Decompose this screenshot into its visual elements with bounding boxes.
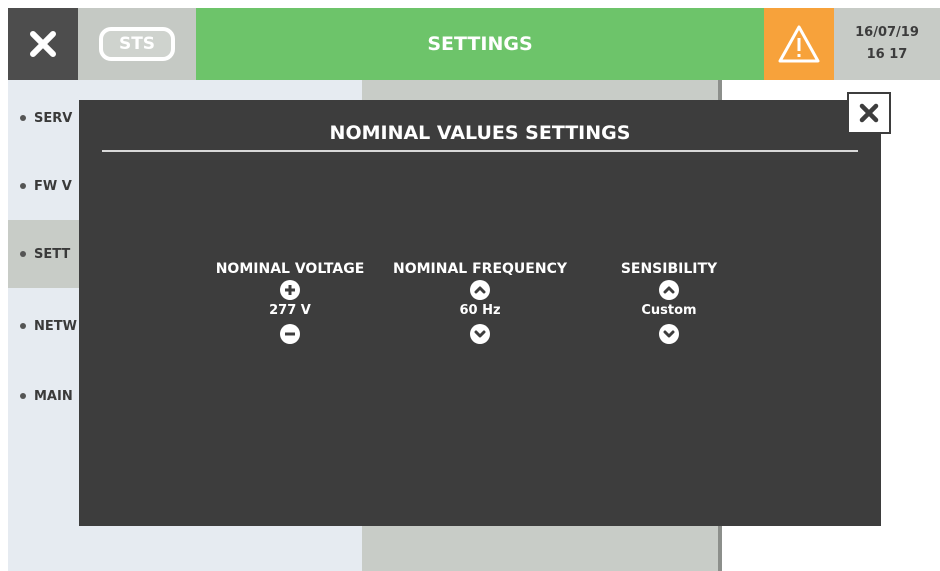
chevron-down-circle-icon bbox=[474, 330, 486, 338]
voltage-decrease-button[interactable] bbox=[280, 324, 300, 344]
sensibility-up-button[interactable] bbox=[659, 280, 679, 300]
nominal-voltage-value: 277 V bbox=[269, 303, 311, 318]
bullet-icon bbox=[20, 393, 26, 399]
nominal-frequency-label: NOMINAL FREQUENCY bbox=[393, 261, 567, 277]
nominal-voltage-label: NOMINAL VOLTAGE bbox=[215, 261, 365, 277]
sidebar-item-label: FW V bbox=[34, 178, 72, 194]
close-icon bbox=[859, 103, 879, 123]
nominal-values-modal: NOMINAL VALUES SETTINGS NOMINAL VOLTAGE … bbox=[79, 100, 881, 526]
sensibility-label: SENSIBILITY bbox=[620, 261, 718, 277]
chevron-up-circle-icon bbox=[663, 286, 675, 294]
bullet-icon bbox=[20, 323, 26, 329]
sensibility-down-button[interactable] bbox=[659, 324, 679, 344]
date-text: 16/07/19 bbox=[855, 25, 919, 40]
bullet-icon bbox=[20, 115, 26, 121]
voltage-increase-button[interactable] bbox=[280, 280, 300, 300]
plus-circle-icon bbox=[285, 285, 295, 295]
sts-area: STS bbox=[78, 8, 196, 80]
sensibility-setting: SENSIBILITY Custom bbox=[579, 260, 759, 344]
header-close-button[interactable] bbox=[8, 8, 78, 80]
warning-button[interactable] bbox=[764, 8, 834, 80]
sidebar-item-label: SETT bbox=[34, 246, 71, 262]
close-icon bbox=[30, 31, 56, 57]
frequency-down-button[interactable] bbox=[470, 324, 490, 344]
bullet-icon bbox=[20, 251, 26, 257]
sensibility-value: Custom bbox=[641, 303, 697, 318]
page-title: SETTINGS bbox=[196, 8, 764, 80]
sidebar-item-label: MAIN bbox=[34, 388, 73, 404]
sidebar-item-label: NETW bbox=[34, 318, 77, 334]
sidebar-item-label: SERV bbox=[34, 110, 73, 126]
modal-title-divider bbox=[102, 150, 858, 152]
modal-close-button[interactable] bbox=[847, 92, 891, 134]
nominal-frequency-setting: NOMINAL FREQUENCY 60 Hz bbox=[390, 260, 570, 344]
nominal-voltage-setting: NOMINAL VOLTAGE 277 V bbox=[200, 260, 380, 344]
minus-circle-icon bbox=[285, 332, 295, 336]
frequency-up-button[interactable] bbox=[470, 280, 490, 300]
nominal-frequency-value: 60 Hz bbox=[459, 303, 501, 318]
datetime-display: 16/07/19 16 17 bbox=[834, 8, 940, 80]
bullet-icon bbox=[20, 183, 26, 189]
sts-button[interactable]: STS bbox=[99, 27, 175, 61]
warning-triangle-icon bbox=[778, 25, 820, 63]
chevron-up-circle-icon bbox=[474, 286, 486, 294]
time-text: 16 17 bbox=[866, 47, 908, 62]
chevron-down-circle-icon bbox=[663, 330, 675, 338]
modal-title: NOMINAL VALUES SETTINGS bbox=[329, 122, 631, 144]
